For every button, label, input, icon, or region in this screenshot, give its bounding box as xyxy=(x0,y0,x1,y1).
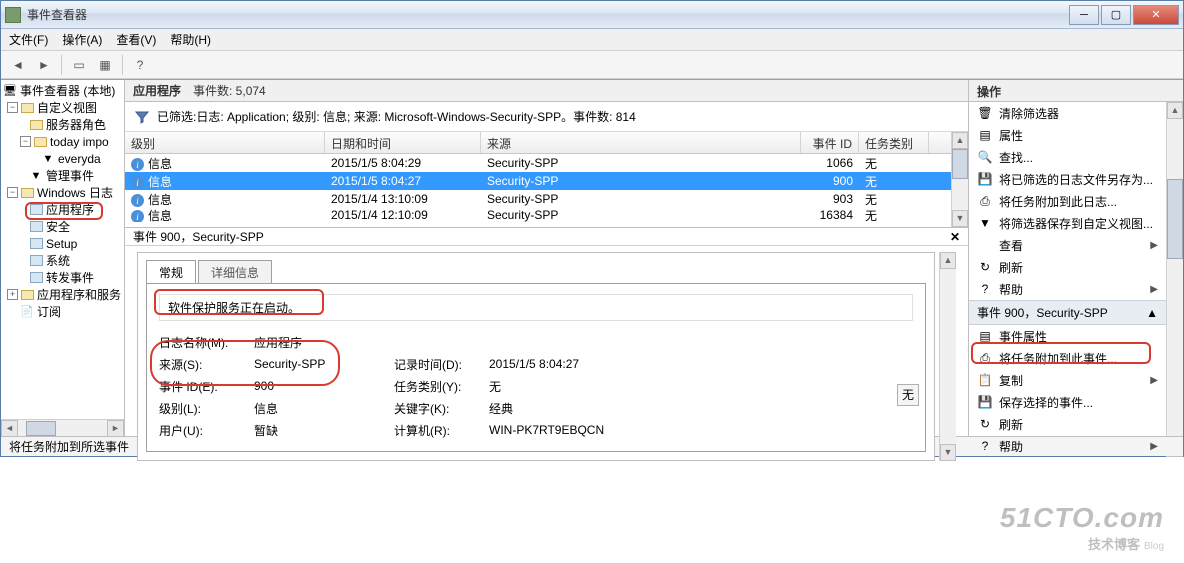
tree-windows-logs[interactable]: −Windows 日志 xyxy=(1,184,124,201)
action-view[interactable]: 查看▶ xyxy=(969,234,1166,256)
details-close-icon[interactable]: ✕ xyxy=(950,230,960,244)
tree-subscriptions[interactable]: 📄订阅 xyxy=(1,303,124,320)
action-attach-task-event[interactable]: ⎙将任务附加到此事件... xyxy=(969,347,1166,369)
tab-general[interactable]: 常规 xyxy=(146,260,196,284)
menubar: 文件(F) 操作(A) 查看(V) 帮助(H) xyxy=(1,29,1183,51)
mid-title: 应用程序 xyxy=(133,82,181,99)
watermark: 51CTO.com 技术博客Blog xyxy=(1000,502,1164,553)
action-refresh[interactable]: ↻刷新 xyxy=(969,256,1166,278)
table-row[interactable]: i信息 2015/1/5 8:04:27 Security-SPP 900 无 xyxy=(125,172,951,190)
refresh-icon: ↻ xyxy=(977,416,993,432)
col-category[interactable]: 任务类别 xyxy=(859,132,929,153)
clear-icon: 🗑 xyxy=(977,105,993,121)
filter-row: 已筛选:日志: Application; 级别: 信息; 来源: Microso… xyxy=(125,102,968,132)
properties-icon: ▤ xyxy=(977,127,993,143)
mid-count: 事件数: 5,074 xyxy=(193,82,266,99)
minimize-button[interactable]: ─ xyxy=(1069,5,1099,25)
info-icon: i xyxy=(131,158,144,171)
action-attach-task-log[interactable]: ⎙将任务附加到此日志... xyxy=(969,190,1166,212)
tree-forwarded[interactable]: 转发事件 xyxy=(1,269,124,286)
copy-icon: 📋 xyxy=(977,372,993,388)
help-icon[interactable]: ? xyxy=(129,54,151,76)
nav-back-icon[interactable]: ◄ xyxy=(7,54,29,76)
window-title: 事件查看器 xyxy=(27,6,1067,23)
info-icon: i xyxy=(131,176,144,189)
app-icon xyxy=(5,7,21,23)
task-icon: ⎙ xyxy=(977,350,993,366)
nav-forward-icon[interactable]: ► xyxy=(33,54,55,76)
action-help2[interactable]: ?帮助▶ xyxy=(969,435,1166,457)
tree-setup[interactable]: Setup xyxy=(1,235,124,252)
close-button[interactable]: ✕ xyxy=(1133,5,1179,25)
tree-application[interactable]: 应用程序 xyxy=(1,201,124,218)
table-row[interactable]: i信息 2015/1/4 13:10:09 Security-SPP 903 无 xyxy=(125,190,951,208)
table-row[interactable]: i信息 2015/1/4 12:10:09 Security-SPP 16384… xyxy=(125,208,951,222)
help-icon: ? xyxy=(977,438,993,454)
action-find[interactable]: 🔍查找... xyxy=(969,146,1166,168)
save-icon: 💾 xyxy=(977,171,993,187)
properties-icon[interactable]: ▦ xyxy=(94,54,116,76)
tab-details[interactable]: 详细信息 xyxy=(198,260,272,284)
tree-security[interactable]: 安全 xyxy=(1,218,124,235)
refresh-icon: ↻ xyxy=(977,259,993,275)
tree-server-roles[interactable]: 服务器角色 xyxy=(1,116,124,133)
tree-apps-services[interactable]: +应用程序和服务 xyxy=(1,286,124,303)
filter-text: 已筛选:日志: Application; 级别: 信息; 来源: Microso… xyxy=(157,108,636,125)
menu-help[interactable]: 帮助(H) xyxy=(170,31,211,48)
tree-custom-views[interactable]: −自定义视图 xyxy=(1,99,124,116)
menu-operation[interactable]: 操作(A) xyxy=(62,31,102,48)
action-event-properties[interactable]: ▤事件属性 xyxy=(969,325,1166,347)
tree-hscroll[interactable]: ◄► xyxy=(1,419,124,436)
menu-view[interactable]: 查看(V) xyxy=(116,31,156,48)
navigation-tree: 🖥事件查看器 (本地) −自定义视图 服务器角色 −today impo ▼ev… xyxy=(1,80,125,436)
task-icon: ⎙ xyxy=(977,193,993,209)
save-icon: 💾 xyxy=(977,394,993,410)
col-datetime[interactable]: 日期和时间 xyxy=(325,132,481,153)
action-section-event: 事件 900，Security-SPP▲ xyxy=(969,300,1166,325)
col-level[interactable]: 级别 xyxy=(125,132,325,153)
tree-today-impo[interactable]: −today impo xyxy=(1,133,124,150)
maximize-button[interactable]: ▢ xyxy=(1101,5,1131,25)
action-save-filtered[interactable]: 💾将已筛选的日志文件另存为... xyxy=(969,168,1166,190)
action-help[interactable]: ?帮助▶ xyxy=(969,278,1166,300)
toolbar: ◄ ► ▭ ▦ ? xyxy=(1,51,1183,79)
event-message: 软件保护服务正在启动。 xyxy=(159,294,913,321)
filter-icon: ▼ xyxy=(977,215,993,231)
details-title: 事件 900，Security-SPP ✕ xyxy=(125,228,968,246)
tree-everyday[interactable]: ▼everyda xyxy=(1,150,124,167)
view-icon xyxy=(977,237,993,253)
action-save-selected[interactable]: 💾保存选择的事件... xyxy=(969,391,1166,413)
tree-system[interactable]: 系统 xyxy=(1,252,124,269)
properties-icon: ▤ xyxy=(977,328,993,344)
titlebar: 事件查看器 ─ ▢ ✕ xyxy=(1,1,1183,29)
action-save-filter-custom[interactable]: ▼将筛选器保存到自定义视图... xyxy=(969,212,1166,234)
action-clear-filter[interactable]: 🗑清除筛选器 xyxy=(969,102,1166,124)
actions-vscroll[interactable]: ▲▼ xyxy=(1166,102,1183,457)
tree-admin-events[interactable]: ▼管理事件 xyxy=(1,167,124,184)
help-icon: ? xyxy=(977,281,993,297)
details-vscroll[interactable]: ▲▼ xyxy=(939,252,956,461)
tree-root[interactable]: 🖥事件查看器 (本地) xyxy=(1,82,124,99)
event-table: 级别 日期和时间 来源 事件 ID 任务类别 i信息 2015/1/5 8:04… xyxy=(125,132,968,228)
col-eventid[interactable]: 事件 ID xyxy=(801,132,859,153)
info-icon: i xyxy=(131,194,144,207)
funnel-icon xyxy=(135,110,149,124)
action-refresh2[interactable]: ↻刷新 xyxy=(969,413,1166,435)
scope-icon[interactable]: ▭ xyxy=(68,54,90,76)
find-icon: 🔍 xyxy=(977,149,993,165)
actions-pane: 操作 🗑清除筛选器 ▤属性 🔍查找... 💾将已筛选的日志文件另存为... ⎙将… xyxy=(969,80,1183,436)
col-source[interactable]: 来源 xyxy=(481,132,801,153)
menu-file[interactable]: 文件(F) xyxy=(9,31,48,48)
action-copy[interactable]: 📋复制▶ xyxy=(969,369,1166,391)
table-row[interactable]: i信息 2015/1/5 8:04:29 Security-SPP 1066 无 xyxy=(125,154,951,172)
actions-header: 操作 xyxy=(969,80,1183,102)
action-properties[interactable]: ▤属性 xyxy=(969,124,1166,146)
mid-header: 应用程序 事件数: 5,074 xyxy=(125,80,968,102)
info-icon: i xyxy=(131,210,144,222)
up-button[interactable]: 无 xyxy=(897,384,919,406)
table-vscroll[interactable]: ▲▼ xyxy=(951,132,968,227)
